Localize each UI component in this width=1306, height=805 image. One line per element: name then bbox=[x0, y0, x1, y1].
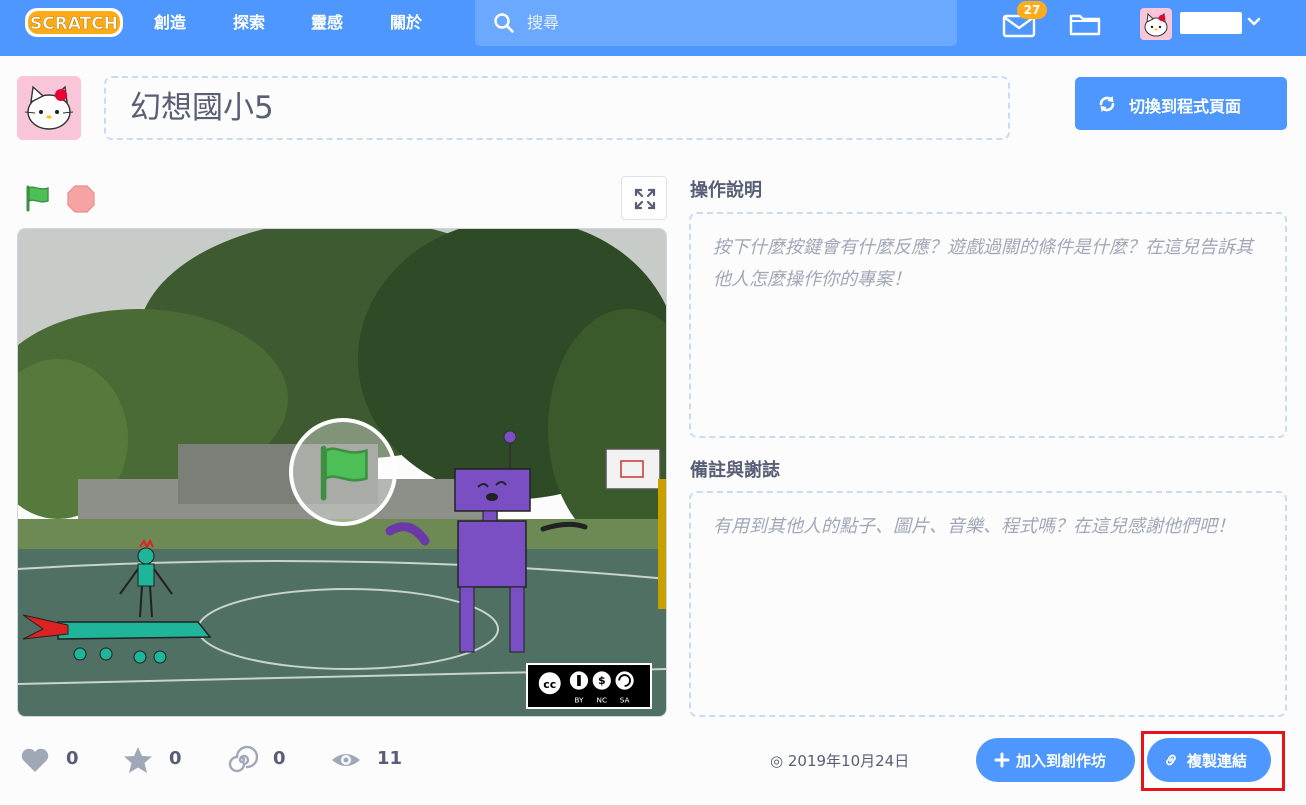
top-navigation: SCRATCH 創造 探索 靈感 關於 27 bbox=[0, 0, 1306, 56]
remix-spiral-icon bbox=[228, 745, 258, 773]
refresh-swap-icon bbox=[1099, 96, 1115, 112]
notes-credits-textarea[interactable]: 有用到其他人的點子、圖片、音樂、程式嗎？在這兒感謝他們吧！ bbox=[689, 491, 1287, 717]
project-author-avatar[interactable] bbox=[17, 76, 81, 140]
user-avatar[interactable] bbox=[1140, 8, 1172, 40]
love-heart-icon[interactable] bbox=[19, 744, 51, 776]
share-date-text: 2019年10月24日 bbox=[787, 752, 910, 770]
views-count: 11 bbox=[377, 748, 403, 769]
cc-by-label: BY bbox=[574, 695, 584, 704]
views-eye-icon bbox=[332, 754, 360, 766]
svg-text:SCRATCH: SCRATCH bbox=[30, 14, 118, 34]
nav-explore[interactable]: 探索 bbox=[233, 10, 265, 36]
stop-sign-icon[interactable] bbox=[66, 184, 96, 214]
cc-sa-label: SA bbox=[620, 695, 630, 704]
fullscreen-button[interactable] bbox=[621, 176, 667, 220]
username-redacted[interactable] bbox=[1180, 12, 1242, 34]
hello-kitty-avatar-icon bbox=[24, 85, 74, 130]
svg-text:$: $ bbox=[598, 674, 606, 687]
my-stuff-folder-icon[interactable] bbox=[1068, 8, 1102, 38]
cc-nc-label: NC bbox=[597, 695, 608, 704]
remix-count: 0 bbox=[273, 748, 286, 769]
plus-icon bbox=[994, 752, 1010, 768]
chevron-down-icon[interactable] bbox=[1246, 14, 1262, 30]
project-title[interactable]: 幻想國小5 bbox=[130, 88, 274, 128]
search-input[interactable] bbox=[527, 8, 927, 36]
copy-link-highlight-box bbox=[1141, 731, 1285, 791]
love-count: 0 bbox=[66, 748, 79, 769]
start-project-overlay-button[interactable] bbox=[289, 418, 397, 526]
fullscreen-icon bbox=[634, 188, 656, 210]
see-inside-button[interactable]: 切換到程式頁面 bbox=[1075, 77, 1287, 130]
add-to-studio-label: 加入到創作坊 bbox=[1016, 752, 1107, 770]
green-flag-icon[interactable] bbox=[24, 184, 52, 212]
share-date: ◎ 2019年10月24日 bbox=[770, 750, 909, 771]
creative-commons-license-badge: cc $ BY NC SA bbox=[526, 663, 652, 709]
hello-kitty-avatar-icon bbox=[1144, 12, 1168, 37]
nav-about[interactable]: 關於 bbox=[390, 10, 422, 36]
see-inside-label: 切換到程式頁面 bbox=[1129, 97, 1242, 116]
search-icon bbox=[494, 13, 514, 33]
instructions-textarea[interactable]: 按下什麼按鍵會有什麼反應？遊戲過關的條件是什麼？在這兒告訴其他人怎麼操作你的專案… bbox=[689, 212, 1287, 438]
messages-count-badge: 27 bbox=[1017, 1, 1047, 19]
scratch-logo[interactable]: SCRATCH bbox=[24, 6, 124, 39]
nav-create[interactable]: 創造 bbox=[154, 10, 186, 36]
instructions-label: 操作說明 bbox=[690, 180, 762, 201]
svg-text:cc: cc bbox=[543, 678, 556, 691]
notes-credits-label: 備註與謝誌 bbox=[690, 460, 780, 481]
project-stage[interactable]: cc $ BY NC SA bbox=[17, 228, 667, 717]
search-bar[interactable] bbox=[475, 0, 957, 46]
favorite-count: 0 bbox=[169, 748, 182, 769]
nav-ideas[interactable]: 靈感 bbox=[311, 10, 343, 36]
favorite-star-icon[interactable] bbox=[122, 744, 154, 776]
project-title-field[interactable]: 幻想國小5 bbox=[104, 76, 1010, 140]
add-to-studio-button[interactable]: 加入到創作坊 bbox=[976, 738, 1135, 782]
calendar-spiral-icon: ◎ bbox=[770, 752, 788, 770]
green-flag-icon bbox=[320, 445, 368, 501]
